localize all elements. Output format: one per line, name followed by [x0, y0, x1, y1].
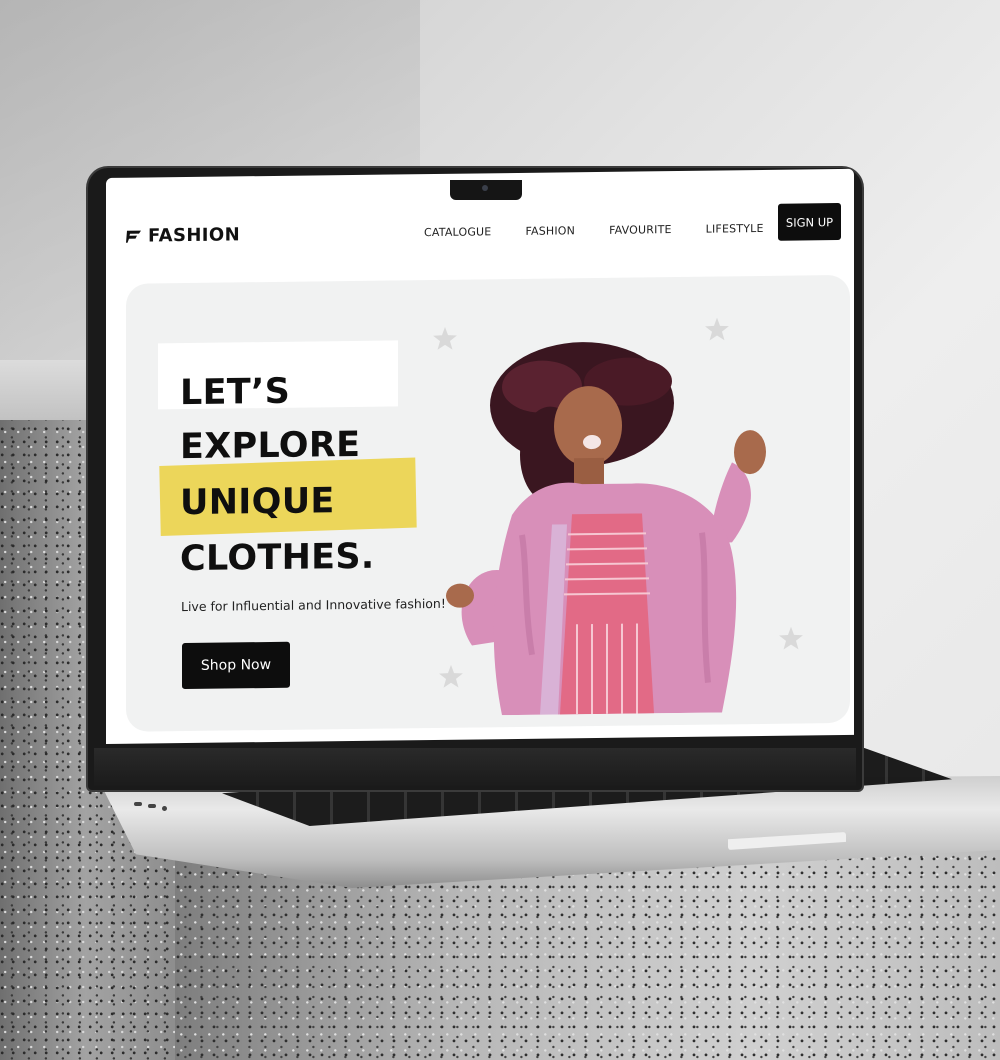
- nav-link-favourite[interactable]: FAVOURITE: [609, 223, 672, 237]
- laptop-ports: [134, 800, 184, 814]
- nav-links: CATALOGUE FASHION FAVOURITE LIFESTYLE: [424, 222, 764, 239]
- camera-notch: [450, 180, 522, 200]
- nav-link-catalogue[interactable]: CATALOGUE: [424, 225, 491, 239]
- lid-chin: [94, 748, 856, 786]
- headline-line-2: EXPLORE: [180, 424, 361, 468]
- headline-line-3: UNIQUE: [180, 481, 335, 524]
- fashion-logo-icon: [126, 230, 141, 243]
- sign-up-button[interactable]: SIGN UP: [778, 203, 841, 241]
- model-photo: [432, 332, 798, 716]
- nav-link-lifestyle[interactable]: LIFESTYLE: [706, 222, 764, 236]
- nav-link-fashion[interactable]: FASHION: [525, 224, 575, 238]
- brand-name: FASHION: [148, 224, 241, 247]
- camera-icon: [482, 185, 488, 191]
- shop-now-button[interactable]: Shop Now: [182, 641, 290, 690]
- hero-banner: LET’S EXPLORE UNIQUE CLOTHES. Live for I…: [126, 274, 850, 732]
- laptop-screen: FASHION CATALOGUE FASHION FAVOURITE LIFE…: [106, 168, 854, 744]
- brand-logo[interactable]: FASHION: [126, 224, 240, 246]
- headline-line-1: LET’S: [180, 371, 291, 414]
- hero-tagline: Live for Influential and Innovative fash…: [181, 595, 446, 615]
- headline-line-4: CLOTHES.: [180, 536, 375, 580]
